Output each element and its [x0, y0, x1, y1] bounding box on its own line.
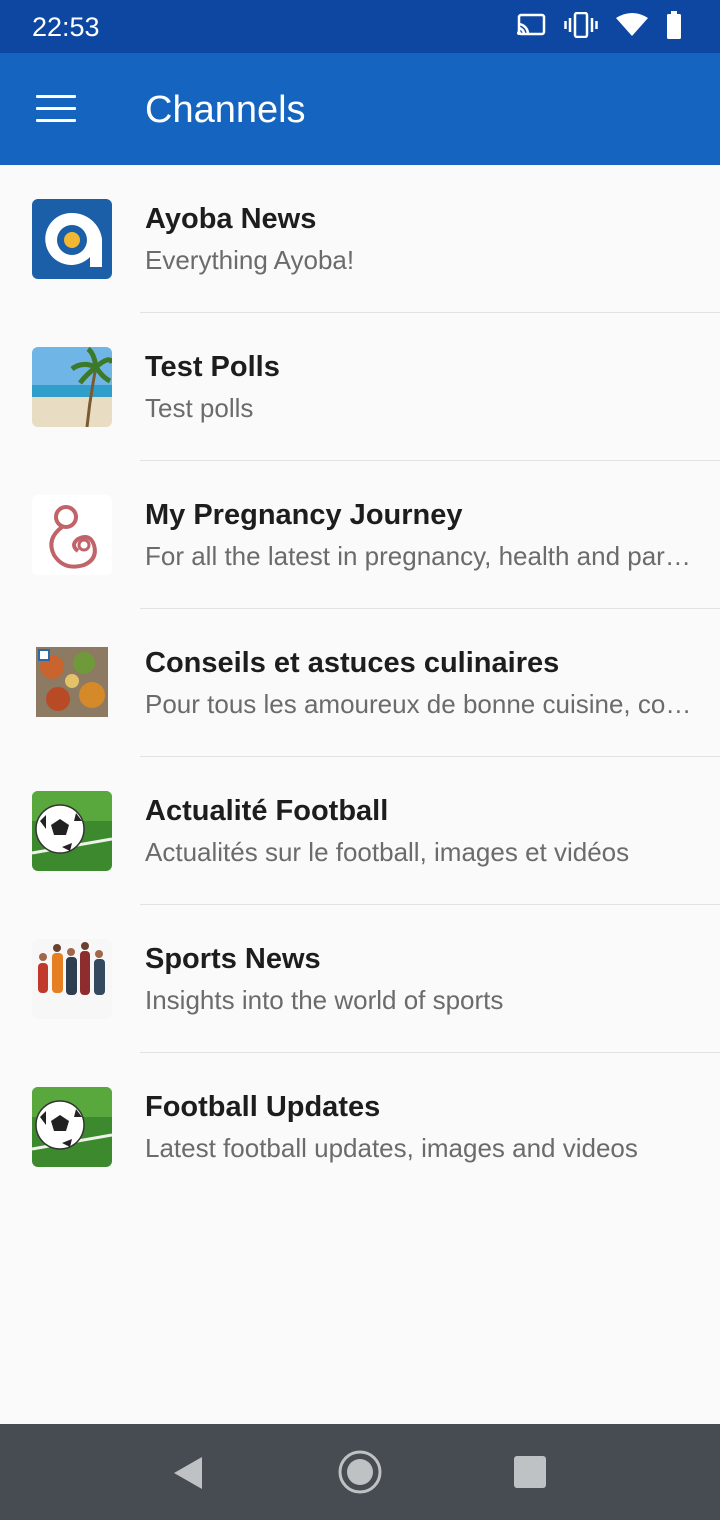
- channel-item-my-pregnancy-journey[interactable]: My Pregnancy Journey For all the latest …: [0, 461, 720, 609]
- pregnancy-logo-icon: [32, 495, 112, 575]
- cast-icon: [516, 13, 546, 42]
- home-icon[interactable]: [338, 1450, 382, 1499]
- channel-item-ayoba-news[interactable]: Ayoba News Everything Ayoba!: [0, 165, 720, 313]
- battery-icon: [666, 10, 682, 44]
- channel-title: My Pregnancy Journey: [145, 499, 463, 531]
- status-time: 22:53: [32, 12, 100, 42]
- channel-subtitle: Test polls: [145, 393, 254, 423]
- channel-item-sports-news[interactable]: Sports News Insights into the world of s…: [0, 905, 720, 1053]
- channel-item-actualite-football[interactable]: Actualité Football Actualités sur le foo…: [0, 757, 720, 905]
- channel-title: Test Polls: [145, 351, 280, 383]
- soccer-ball-icon: [32, 1087, 112, 1167]
- app-bar: Channels: [0, 53, 720, 165]
- soccer-ball-icon: [32, 791, 112, 871]
- system-nav-bar: [0, 1424, 720, 1520]
- athletes-image-icon: [32, 939, 112, 1019]
- channel-subtitle: Insights into the world of sports: [145, 985, 504, 1015]
- channel-item-conseils-culinaires[interactable]: Conseils et astuces culinaires Pour tous…: [0, 609, 720, 757]
- channel-title: Ayoba News: [145, 203, 317, 235]
- vibrate-icon: [564, 11, 598, 43]
- channel-title: Actualité Football: [145, 795, 389, 827]
- wifi-icon: [616, 12, 648, 42]
- menu-icon[interactable]: [36, 95, 76, 123]
- beach-image-icon: [32, 347, 112, 427]
- recents-icon[interactable]: [514, 1456, 546, 1488]
- channel-subtitle: Actualités sur le football, images et vi…: [145, 837, 630, 867]
- channel-subtitle: Pour tous les amoureux de bonne cuisine,…: [145, 689, 705, 719]
- channel-subtitle: Everything Ayoba!: [145, 245, 355, 275]
- page-title: Channels: [145, 89, 306, 131]
- back-icon[interactable]: [172, 1456, 204, 1495]
- channel-title: Sports News: [145, 943, 321, 975]
- channel-item-football-updates[interactable]: Football Updates Latest football updates…: [0, 1053, 720, 1201]
- channel-list: Ayoba News Everything Ayoba! Test Polls …: [0, 165, 720, 1201]
- status-bar: 22:53: [0, 0, 720, 53]
- channel-item-test-polls[interactable]: Test Polls Test polls: [0, 313, 720, 461]
- channel-subtitle: For all the latest in pregnancy, health …: [145, 541, 705, 571]
- food-image-icon: [32, 643, 112, 723]
- ayoba-logo-icon: [32, 199, 112, 279]
- status-icons: [516, 10, 682, 44]
- channel-title: Conseils et astuces culinaires: [145, 647, 560, 679]
- channel-title: Football Updates: [145, 1091, 381, 1123]
- channel-subtitle: Latest football updates, images and vide…: [145, 1133, 638, 1163]
